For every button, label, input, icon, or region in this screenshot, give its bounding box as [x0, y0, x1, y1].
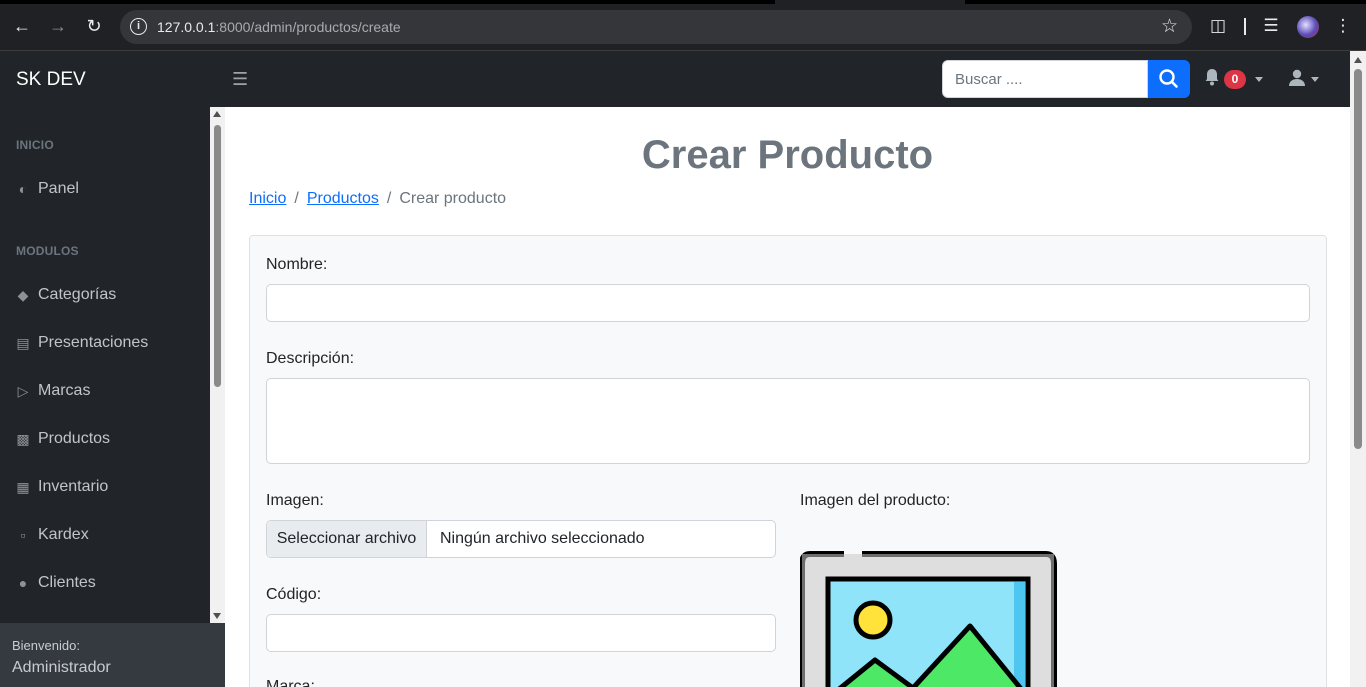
imagen-label: Imagen: — [266, 492, 324, 509]
sidebar-item-clientes[interactable]: ● Clientes — [16, 571, 96, 595]
chevron-down-icon[interactable] — [1311, 77, 1319, 82]
sidebar-toggle-icon[interactable]: ☰ — [232, 69, 248, 90]
media-queue-icon[interactable]: ☰ — [1259, 14, 1283, 38]
user-icon[interactable] — [1288, 69, 1306, 92]
sidebar-scrollbar[interactable] — [210, 107, 225, 623]
bell-icon[interactable] — [1204, 68, 1220, 91]
search-form — [942, 60, 1190, 98]
scroll-up-icon[interactable] — [213, 111, 221, 117]
select-file-button[interactable]: Seleccionar archivo — [267, 521, 427, 557]
main-content: Crear Producto Inicio / Productos / Crea… — [225, 107, 1350, 687]
users-icon: ● — [18, 575, 28, 591]
sidebar-item-label: Categorías — [38, 286, 117, 303]
active-tab-edge — [775, 0, 965, 4]
breadcrumb: Inicio / Productos / Crear producto — [249, 190, 506, 208]
search-button[interactable] — [1148, 60, 1190, 98]
file-status: Ningún archivo seleccionado — [440, 530, 645, 547]
sidebar-item-categorias[interactable]: ◆ Categorías — [16, 283, 117, 307]
search-input[interactable] — [942, 60, 1148, 98]
descripcion-textarea[interactable] — [266, 378, 1310, 464]
sidebar-footer: Bienvenido: Administrador — [0, 623, 225, 687]
sidebar-item-presentaciones[interactable]: ▤ Presentaciones — [16, 331, 148, 355]
sidebar-item-inventario[interactable]: ▦ Inventario — [16, 475, 108, 499]
sidebar-item-label: Inventario — [38, 478, 109, 495]
scroll-down-icon[interactable] — [213, 613, 221, 619]
sidebar-heading-inicio: INICIO — [16, 138, 54, 152]
sidebar-item-label: Panel — [38, 180, 79, 197]
image-placeholder-icon — [800, 551, 1057, 687]
browser-menu-icon[interactable]: ⋮ — [1331, 14, 1355, 38]
welcome-text: Bienvenido: — [12, 638, 80, 653]
toolbar-divider — [1244, 18, 1246, 35]
scroll-up-icon[interactable] — [1354, 57, 1362, 63]
codigo-label: Código: — [266, 586, 322, 603]
notification-badge: 0 — [1224, 70, 1246, 89]
brand-logo[interactable]: SK DEV — [16, 69, 86, 91]
codigo-input[interactable] — [266, 614, 776, 652]
scrollbar-thumb[interactable] — [1354, 69, 1362, 449]
sidebar-item-productos[interactable]: ▩ Productos — [16, 427, 110, 451]
browser-chrome: ← → ↻ i 127.0.0.1:8000/admin/productos/c… — [0, 0, 1366, 51]
page-scrollbar[interactable] — [1350, 51, 1366, 687]
product-form-card: Nombre: Descripción: Imagen: Seleccionar… — [249, 235, 1327, 687]
bullhorn-icon: ▷ — [17, 382, 29, 399]
sidebar-item-label: Presentaciones — [38, 334, 149, 351]
book-icon: ▦ — [16, 478, 30, 495]
breadcrumb-current: Crear producto — [399, 190, 507, 207]
reload-icon[interactable]: ↻ — [82, 14, 106, 38]
nombre-label: Nombre: — [266, 256, 328, 273]
chevron-down-icon[interactable] — [1255, 77, 1263, 82]
bag-icon: ▩ — [16, 430, 30, 447]
back-icon[interactable]: ← — [10, 14, 34, 38]
scrollbar-thumb[interactable] — [214, 125, 221, 387]
sidebar-item-marcas[interactable]: ▷ Marcas — [16, 379, 91, 403]
tab-strip — [0, 0, 1366, 4]
sidebar: INICIO ◐ Panel MODULOS ◆ Categorías ▤ Pr… — [0, 107, 210, 687]
search-icon — [1159, 69, 1178, 88]
breadcrumb-separator: / — [386, 190, 392, 207]
extensions-icon[interactable]: ◫ — [1206, 14, 1230, 38]
profile-avatar[interactable] — [1297, 16, 1319, 38]
sidebar-item-label: Clientes — [38, 574, 96, 591]
descripcion-label: Descripción: — [266, 350, 355, 367]
sidebar-item-label: Kardex — [38, 526, 89, 543]
site-info-icon[interactable]: i — [130, 18, 147, 35]
preview-label: Imagen del producto: — [800, 492, 951, 509]
breadcrumb-separator: / — [294, 190, 299, 207]
forward-icon[interactable]: → — [46, 14, 70, 38]
box-icon: ▤ — [16, 334, 30, 351]
sidebar-item-label: Productos — [38, 430, 111, 447]
url-text[interactable]: 127.0.0.1:8000/admin/productos/create — [157, 19, 401, 35]
bookmark-star-icon[interactable]: ☆ — [1161, 15, 1178, 38]
sidebar-item-kardex[interactable]: ▫ Kardex — [16, 523, 89, 547]
imagen-file-input[interactable]: Seleccionar archivo Ningún archivo selec… — [266, 520, 776, 558]
address-bar[interactable]: i 127.0.0.1:8000/admin/productos/create … — [120, 10, 1192, 44]
nombre-input[interactable] — [266, 284, 1310, 322]
marca-label: Marca: — [266, 678, 315, 687]
palette-icon: ◐ — [18, 181, 28, 197]
top-navbar: SK DEV ☰ 0 — [0, 51, 1366, 107]
sidebar-item-label: Marcas — [38, 382, 91, 399]
breadcrumb-productos[interactable]: Productos — [307, 190, 379, 208]
sidebar-heading-modulos: MODULOS — [16, 244, 79, 258]
current-user: Administrador — [12, 659, 111, 676]
breadcrumb-inicio[interactable]: Inicio — [249, 190, 286, 208]
file-icon: ▫ — [20, 527, 26, 543]
sidebar-item-panel[interactable]: ◐ Panel — [16, 177, 79, 201]
page-title: Crear Producto — [641, 133, 934, 177]
tag-icon: ◆ — [17, 286, 29, 303]
